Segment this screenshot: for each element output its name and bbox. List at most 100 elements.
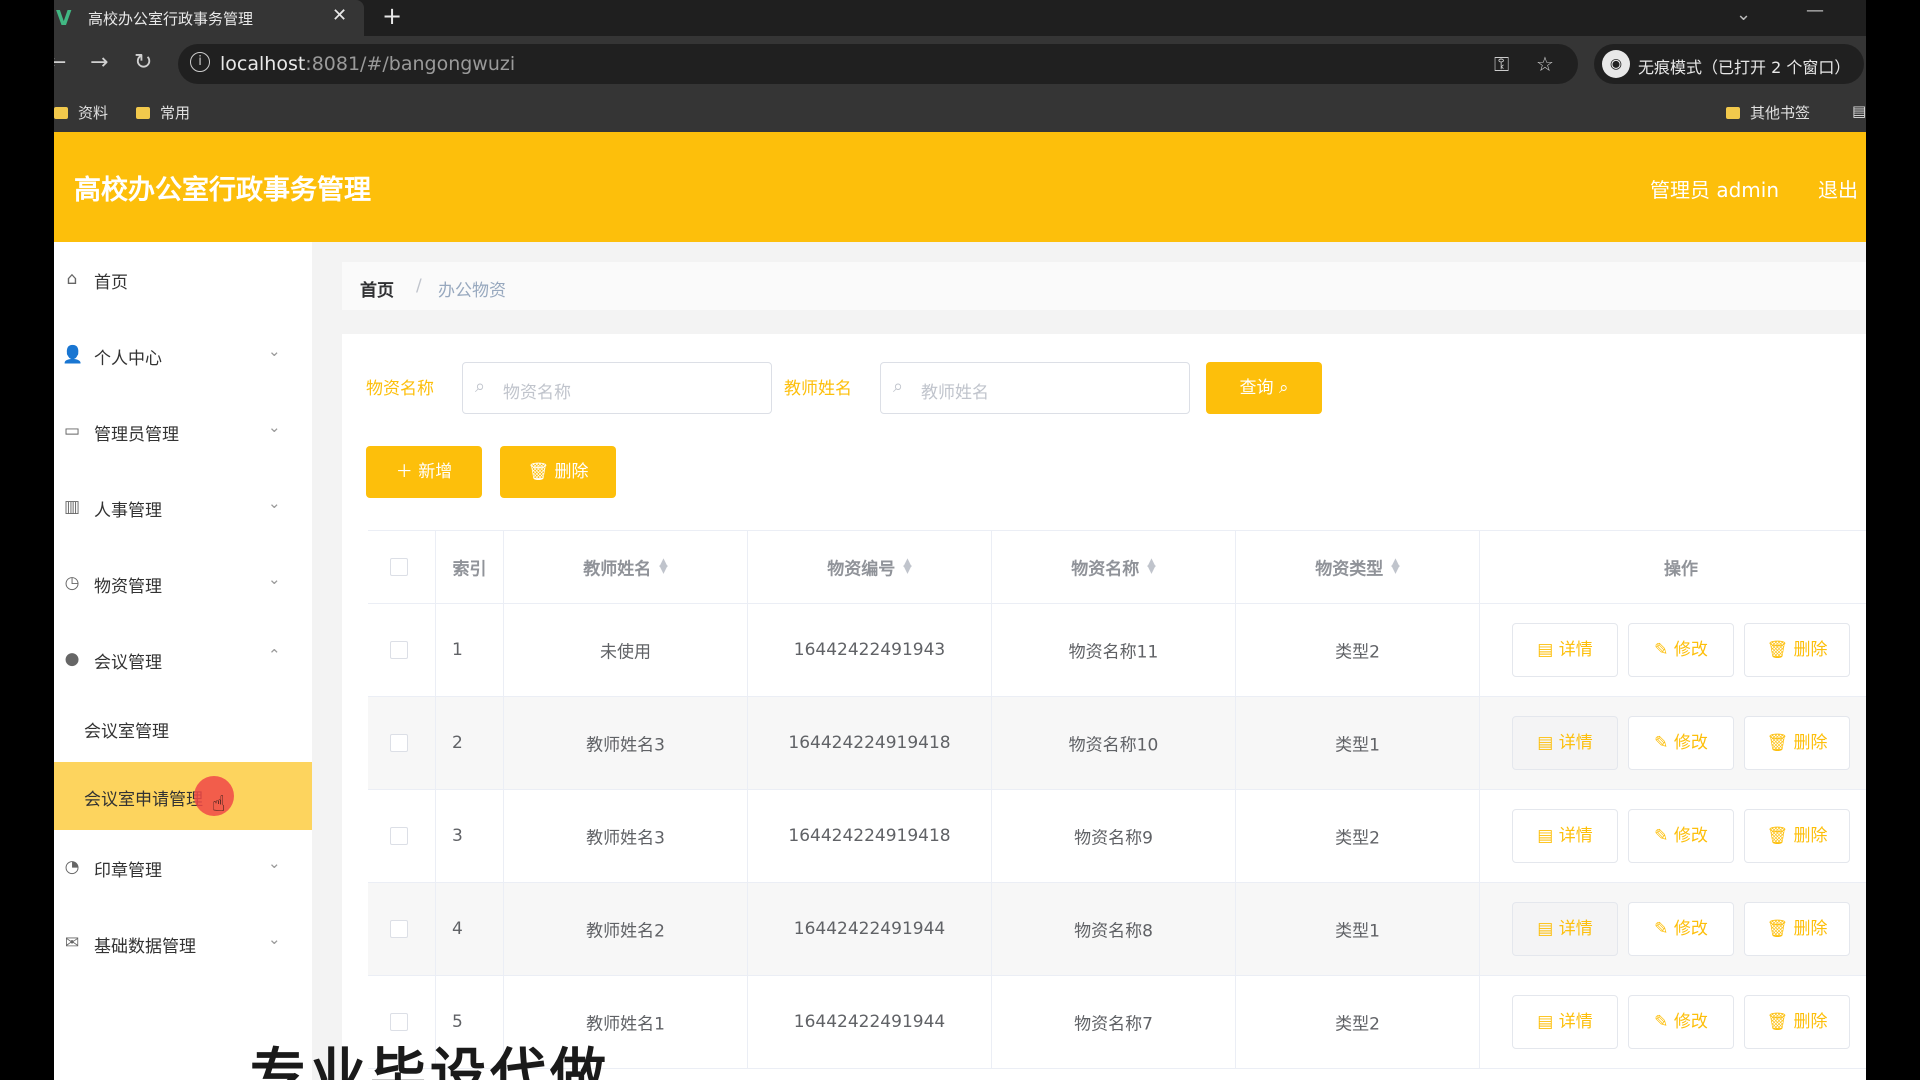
add-button[interactable]: ＋ 新增 (366, 446, 482, 498)
type-cell: 类型2 (1236, 790, 1480, 882)
document-icon: ▤ (1537, 919, 1554, 939)
browser-tab[interactable]: V 高校办公室行政事务管理 ✕ (54, 0, 364, 36)
type-cell: 类型2 (1236, 976, 1480, 1068)
header-supply-name[interactable]: 物资名称 ▲ ▼ (992, 531, 1236, 603)
teacher-cell: 教师姓名3 (504, 697, 748, 789)
sidebar-item-hr[interactable]: ▥ 人事管理 ⌄ (54, 478, 312, 538)
sort-icon[interactable]: ▲ ▼ (1147, 557, 1155, 575)
detail-button[interactable]: ▤ 详情 (1512, 623, 1618, 677)
edit-label: 修改 (1673, 919, 1708, 939)
detail-button[interactable]: ▤ 详情 (1512, 995, 1618, 1049)
trash-icon: 🗑 (527, 462, 550, 482)
delete-button[interactable]: 🗑 删除 (1744, 902, 1850, 956)
row-checkbox[interactable] (390, 920, 408, 938)
sort-icon[interactable]: ▲ ▼ (903, 557, 911, 575)
column-header: 教师姓名 ▲ ▼ (583, 555, 668, 580)
new-tab-button[interactable]: + (382, 2, 402, 30)
index-cell: 3 (436, 790, 504, 882)
sidebar-item-admin[interactable]: ▭ 管理员管理 ⌄ (54, 402, 312, 462)
trash-icon: 🗑 (1766, 640, 1789, 660)
supply-name-label: 物资名称 (366, 379, 434, 399)
incognito-icon: ◉ (1602, 50, 1630, 78)
sidebar-item-supplies[interactable]: ◷ 物资管理 ⌄ (54, 554, 312, 614)
row-checkbox[interactable] (390, 1013, 408, 1031)
edit-label: 修改 (1673, 733, 1708, 753)
header-actions: 操作 (1480, 531, 1866, 603)
search-icon: ⌕ (1278, 378, 1289, 398)
edit-button[interactable]: ✎ 修改 (1628, 716, 1734, 770)
header-supply-type[interactable]: 物资类型 ▲ ▼ (1236, 531, 1480, 603)
location-icon: ● (64, 649, 80, 669)
folder-icon (136, 107, 150, 119)
tab-search-icon[interactable]: ⌄ (1736, 4, 1751, 25)
edit-button[interactable]: ✎ 修改 (1628, 623, 1734, 677)
sidebar-item-meetings[interactable]: ● 会议管理 ⌃ (54, 630, 312, 690)
sidebar-item-base-data[interactable]: ✉ 基础数据管理 ⌄ (54, 914, 312, 974)
site-info-icon[interactable]: i (190, 52, 210, 72)
reading-list-icon[interactable]: ▤ (1852, 102, 1866, 120)
query-button[interactable]: 查询 ⌕ (1206, 362, 1322, 414)
incognito-badge[interactable]: ◉ 无痕模式（已打开 2 个窗口） (1594, 44, 1864, 84)
teacher-cell: 教师姓名2 (504, 883, 748, 975)
minimize-icon[interactable]: — (1806, 0, 1824, 21)
detail-button[interactable]: ▤ 详情 (1512, 716, 1618, 770)
chevron-down-icon: ⌄ (268, 570, 281, 588)
row-checkbox[interactable] (390, 641, 408, 659)
row-checkbox[interactable] (390, 734, 408, 752)
bookmark-star-icon[interactable]: ☆ (1536, 52, 1554, 76)
sidebar-subitem-meeting-rooms[interactable]: 会议室管理 (54, 694, 312, 762)
delete-label: 删除 (1793, 733, 1828, 753)
sidebar-subitem-meeting-room-applications[interactable]: 会议室申请管理 ☝ (54, 762, 312, 830)
edit-label: 修改 (1673, 1012, 1708, 1032)
other-bookmarks[interactable]: 其他书签 (1726, 102, 1810, 123)
delete-button[interactable]: 🗑 删除 (1744, 995, 1850, 1049)
supply-name-input[interactable]: ⌕ 物资名称 (462, 362, 772, 414)
bookmark-folder[interactable]: 资料 (54, 102, 108, 123)
sidebar-item-label: 首页 (94, 273, 128, 293)
close-tab-icon[interactable]: ✕ (332, 5, 347, 26)
breadcrumb-home[interactable]: 首页 (360, 276, 394, 301)
breadcrumb: 首页 / 办公物资 (342, 262, 1866, 310)
name-value: 物资名称10 (1068, 735, 1159, 756)
edit-button[interactable]: ✎ 修改 (1628, 809, 1734, 863)
sidebar-item-home[interactable]: ⌂ 首页 (54, 250, 312, 310)
header-teacher-name[interactable]: 教师姓名 ▲ ▼ (504, 531, 748, 603)
trash-icon: 🗑 (1766, 733, 1789, 753)
bulk-delete-button[interactable]: 🗑 删除 (500, 446, 616, 498)
detail-label: 详情 (1558, 826, 1593, 846)
type-value: 类型2 (1335, 642, 1380, 663)
select-all-checkbox[interactable] (390, 558, 408, 576)
column-header: 操作 (1664, 559, 1698, 580)
sort-icon[interactable]: ▲ ▼ (1391, 557, 1399, 575)
pencil-icon: ✎ (1654, 1012, 1669, 1032)
delete-button[interactable]: 🗑 删除 (1744, 716, 1850, 770)
sidebar-item-personal-center[interactable]: 👤 个人中心 ⌄ (54, 326, 312, 386)
code-value: 16442422491944 (793, 919, 946, 939)
address-bar[interactable]: i localhost:8081/#/bangongwuzi ⚿ ☆ (178, 44, 1578, 84)
teacher-name-input[interactable]: ⌕ 教师姓名 (880, 362, 1190, 414)
incognito-label: 无痕模式（已打开 2 个窗口） (1638, 58, 1851, 77)
password-key-icon[interactable]: ⚿ (1494, 52, 1509, 76)
detail-button[interactable]: ▤ 详情 (1512, 902, 1618, 956)
delete-button[interactable]: 🗑 删除 (1744, 623, 1850, 677)
edit-label: 修改 (1673, 826, 1708, 846)
row-checkbox[interactable] (390, 827, 408, 845)
actions-cell: ▤ 详情 ✎ 修改 🗑 删除 (1480, 976, 1866, 1068)
table-row: 2 教师姓名3 164424224919418 物资名称10 类型1 ▤ 详情 ✎ 修改 🗑 … (368, 697, 1866, 790)
sidebar-item-seals[interactable]: ◔ 印章管理 ⌄ (54, 838, 312, 898)
delete-label: 删除 (1793, 1012, 1828, 1032)
edit-button[interactable]: ✎ 修改 (1628, 902, 1734, 956)
delete-button[interactable]: 🗑 删除 (1744, 809, 1850, 863)
reload-icon[interactable]: ↻ (134, 50, 152, 75)
bookmark-folder[interactable]: 常用 (136, 102, 190, 123)
header-supply-code[interactable]: 物资编号 ▲ ▼ (748, 531, 992, 603)
edit-button[interactable]: ✎ 修改 (1628, 995, 1734, 1049)
logout-link[interactable]: 退出 (1818, 174, 1858, 203)
home-icon: ⌂ (66, 269, 78, 289)
back-icon[interactable]: ← (54, 50, 66, 75)
forward-icon[interactable]: → (90, 50, 108, 75)
detail-button[interactable]: ▤ 详情 (1512, 809, 1618, 863)
index-cell: 2 (436, 697, 504, 789)
sort-icon[interactable]: ▲ ▼ (659, 557, 667, 575)
table-header: 索引 教师姓名 ▲ ▼ 物资编号 ▲ ▼ 物资名称 ▲ ▼ 物资类型 ▲ ▼ 操作 (368, 530, 1866, 604)
